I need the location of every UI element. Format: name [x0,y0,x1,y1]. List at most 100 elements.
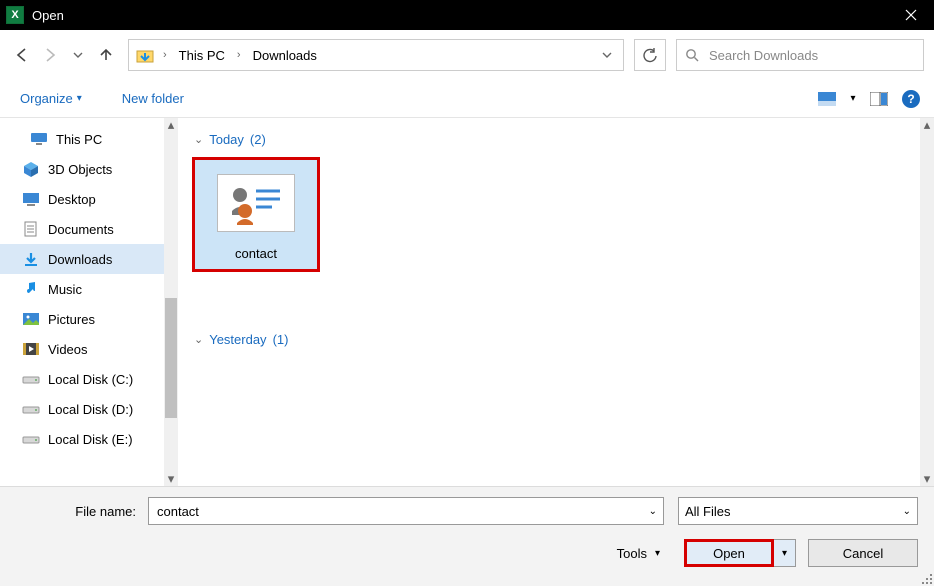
this-pc-icon [30,130,48,148]
close-button[interactable] [888,0,934,30]
group-count: (1) [273,332,289,347]
tree-item-videos[interactable]: Videos [0,334,178,364]
scroll-down-icon[interactable]: ▾ [164,472,178,486]
toolbar: Organize ▾ New folder ▾ ? [0,80,934,118]
tree-item-label: Desktop [48,192,96,207]
organize-menu[interactable]: Organize ▾ [14,87,88,110]
tree-item-desktop[interactable]: Desktop [0,184,178,214]
tree-item-label: Local Disk (E:) [48,432,133,447]
file-item-contact[interactable]: contact [192,157,320,272]
address-bar[interactable]: › This PC › Downloads [128,39,624,71]
filename-input[interactable] [155,503,649,520]
content-scrollbar[interactable]: ▴ ▾ [920,118,934,486]
scroll-up-icon[interactable]: ▴ [164,118,178,132]
tree-item-local-disk-c[interactable]: Local Disk (C:) [0,364,178,394]
view-mode-dropdown[interactable]: ▾ [846,87,860,111]
open-button[interactable]: Open [684,539,774,567]
tree-item-this-pc[interactable]: This PC [0,124,178,154]
pictures-icon [22,310,40,328]
tree-item-local-disk-d[interactable]: Local Disk (D:) [0,394,178,424]
excel-app-icon: X [6,6,24,24]
new-folder-button[interactable]: New folder [116,87,190,110]
tree-item-label: Local Disk (D:) [48,402,133,417]
tree-item-label: Music [48,282,82,297]
search-icon [685,48,699,62]
body: This PC 3D Objects Desktop Documents Dow… [0,118,934,486]
history-dropdown[interactable] [66,43,90,67]
tree-item-local-disk-e[interactable]: Local Disk (E:) [0,424,178,454]
tree-item-label: 3D Objects [48,162,112,177]
tree-scrollbar[interactable]: ▴ ▾ [164,118,178,486]
tree-item-documents[interactable]: Documents [0,214,178,244]
help-button[interactable]: ? [902,90,920,108]
drive-icon [22,370,40,388]
chevron-down-icon: ⌄ [194,133,203,146]
drive-icon [22,400,40,418]
tree-item-label: Pictures [48,312,95,327]
breadcrumb-current[interactable]: Downloads [249,46,321,65]
filetype-filter[interactable]: All Files ⌄ [678,497,918,525]
chevron-right-icon: › [161,49,169,61]
downloads-folder-icon [135,45,155,65]
navigation-tree: This PC 3D Objects Desktop Documents Dow… [0,118,178,486]
tree-item-3d-objects[interactable]: 3D Objects [0,154,178,184]
file-list: ⌄ Today (2) contact ⌄ Yester [178,118,934,486]
open-dropdown[interactable]: ▾ [774,539,796,567]
search-box[interactable] [676,39,924,71]
cancel-label: Cancel [843,546,883,561]
address-dropdown[interactable] [595,43,619,67]
tree-item-downloads[interactable]: Downloads [0,244,178,274]
back-button[interactable] [10,43,34,67]
scroll-thumb[interactable] [165,298,177,418]
resize-grip[interactable] [920,572,932,584]
window-title: Open [32,8,64,23]
organize-label: Organize [20,91,73,106]
preview-pane-button[interactable] [866,87,892,111]
group-count: (2) [250,132,266,147]
bottom-panel: File name: ⌄ All Files ⌄ Tools ▾ Open ▾ … [0,486,934,586]
view-mode-button[interactable] [814,87,840,111]
breadcrumb-root[interactable]: This PC [175,46,229,65]
chevron-down-icon: ▾ [655,548,660,559]
refresh-button[interactable] [634,39,666,71]
3d-objects-icon [22,160,40,178]
cancel-button[interactable]: Cancel [808,539,918,567]
tree-item-label: Videos [48,342,88,357]
videos-icon [22,340,40,358]
desktop-icon [22,190,40,208]
tools-menu[interactable]: Tools ▾ [617,546,672,561]
scroll-up-icon[interactable]: ▴ [920,118,934,132]
chevron-down-icon: ▾ [77,93,82,104]
navigation-row: › This PC › Downloads [0,30,934,80]
group-today[interactable]: ⌄ Today (2) [194,132,920,147]
group-label: Today [209,132,244,147]
chevron-right-icon: › [235,49,243,61]
tree-item-label: Documents [48,222,114,237]
file-item-label: contact [235,246,277,261]
filename-combo[interactable]: ⌄ [148,497,664,525]
documents-icon [22,220,40,238]
downloads-icon [22,250,40,268]
chevron-down-icon[interactable]: ⌄ [649,506,657,517]
open-label: Open [713,546,745,561]
search-input[interactable] [707,47,915,64]
title-bar: X Open [0,0,934,30]
group-yesterday[interactable]: ⌄ Yesterday (1) [194,332,920,347]
chevron-down-icon: ⌄ [903,506,911,517]
scroll-down-icon[interactable]: ▾ [920,472,934,486]
tree-item-label: Local Disk (C:) [48,372,133,387]
filter-label: All Files [685,504,731,519]
up-button[interactable] [94,43,118,67]
music-icon [22,280,40,298]
forward-button[interactable] [38,43,62,67]
tree-item-pictures[interactable]: Pictures [0,304,178,334]
tree-item-label: Downloads [48,252,112,267]
chevron-down-icon: ⌄ [194,333,203,346]
tree-item-label: This PC [56,132,102,147]
tools-label: Tools [617,546,647,561]
contact-file-icon [217,174,295,232]
tree-item-music[interactable]: Music [0,274,178,304]
filename-label: File name: [16,504,142,519]
group-label: Yesterday [209,332,266,347]
new-folder-label: New folder [122,91,184,106]
